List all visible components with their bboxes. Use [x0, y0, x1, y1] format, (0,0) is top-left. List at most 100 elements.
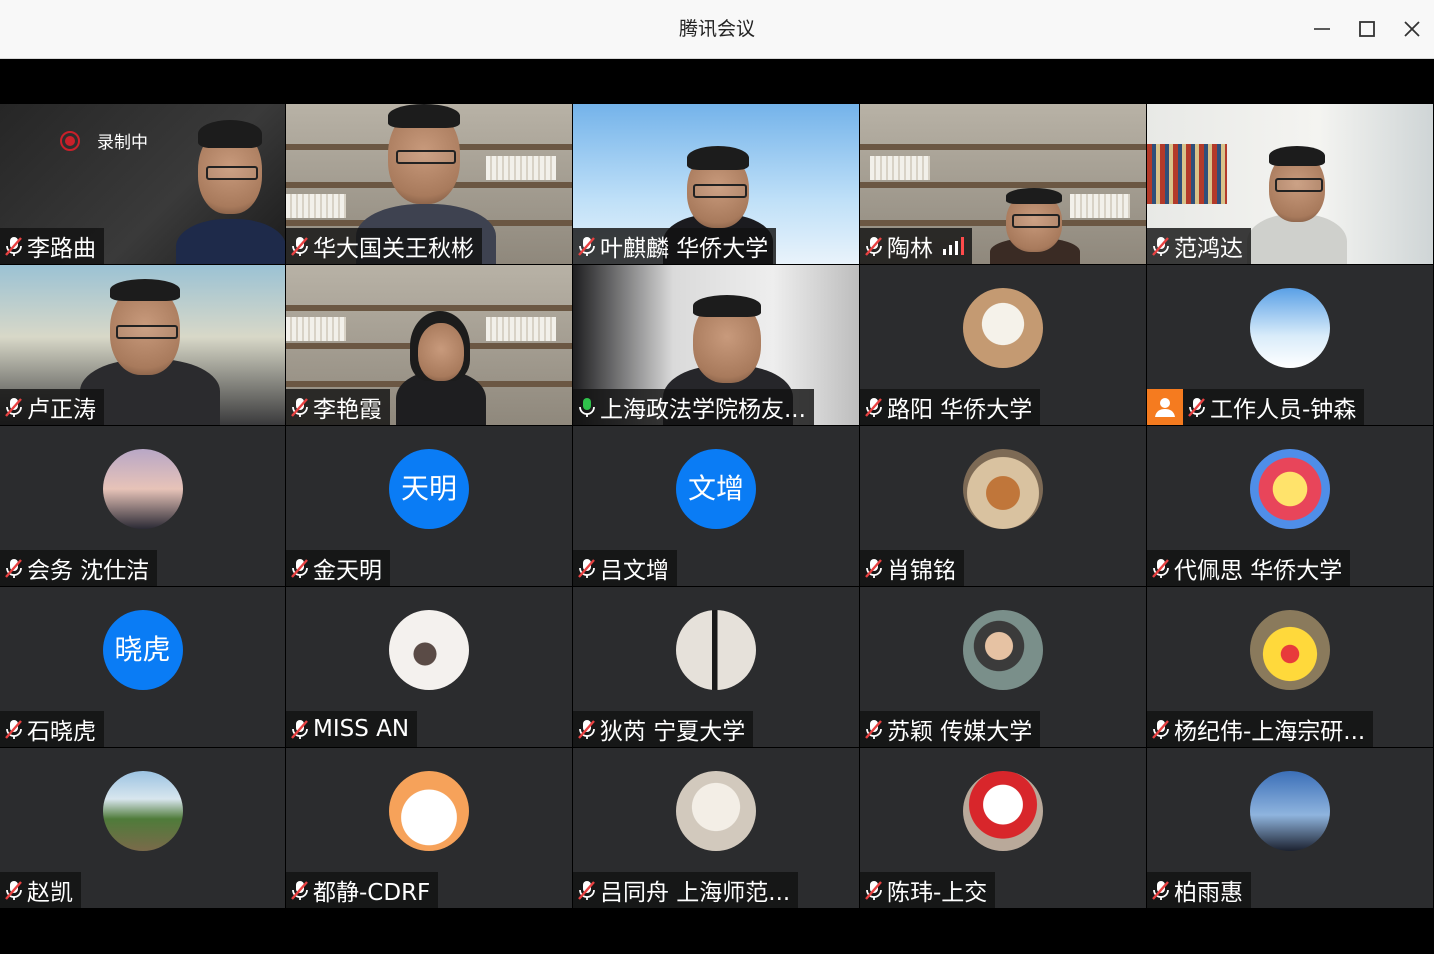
window-title: 腾讯会议: [678, 18, 755, 40]
participant-name: 会务 沈仕洁: [27, 558, 150, 584]
participant-name: 工作人员-钟森: [1210, 397, 1357, 423]
minimize-button[interactable]: [1307, 14, 1337, 44]
participant-tile[interactable]: 叶麒麟 华侨大学: [573, 104, 860, 265]
network-signal-icon: [943, 237, 964, 255]
participant-nametag: 赵凯: [0, 872, 81, 908]
participant-name: 吕同舟 上海师范...: [600, 880, 791, 906]
participant-nametag: 吕同舟 上海师范...: [573, 872, 799, 908]
participant-avatar: [676, 771, 756, 851]
maximize-icon: [1359, 21, 1375, 37]
mic-muted-icon: [291, 881, 308, 900]
mic-muted-icon: [865, 881, 882, 900]
participant-avatar: [1250, 449, 1330, 529]
participant-tile[interactable]: 赵凯: [0, 748, 286, 909]
participant-avatar: 文增: [676, 449, 756, 529]
participant-name: 李艳霞: [313, 397, 382, 423]
participant-tile[interactable]: 李艳霞: [286, 265, 573, 426]
participant-tile[interactable]: 苏颖 传媒大学: [860, 587, 1147, 748]
participant-tile[interactable]: 卢正涛: [0, 265, 286, 426]
participant-tile[interactable]: 狄芮 宁夏大学: [573, 587, 860, 748]
participant-tile[interactable]: 上海政法学院杨友...: [573, 265, 860, 426]
participant-tile[interactable]: 天明 金天明: [286, 426, 573, 587]
participant-name: 狄芮 宁夏大学: [600, 719, 746, 745]
participant-nametag: 卢正涛: [0, 389, 104, 425]
mic-muted-icon: [865, 398, 882, 417]
mic-muted-icon: [5, 881, 22, 900]
participant-name: 范鸿达: [1174, 236, 1243, 262]
mic-muted-icon: [1188, 398, 1205, 417]
participant-avatar: [1250, 610, 1330, 690]
participant-tile[interactable]: 路阳 华侨大学: [860, 265, 1147, 426]
close-button[interactable]: [1397, 14, 1427, 44]
participant-name: MISS AN: [313, 716, 410, 742]
participant-nametag: 陈玮-上交: [860, 872, 996, 908]
close-icon: [1404, 21, 1420, 37]
participant-nametag: 叶麒麟 华侨大学: [573, 228, 777, 264]
mic-muted-icon: [291, 237, 308, 256]
video-feed: [1247, 144, 1347, 264]
video-feed: [990, 188, 1080, 264]
participant-nametag: 吕文增: [573, 550, 677, 586]
participant-tile[interactable]: 华大国关王秋彬: [286, 104, 573, 265]
participant-avatar: [963, 288, 1043, 368]
recording-label: 录制中: [97, 133, 148, 153]
participant-name: 华大国关王秋彬: [313, 236, 474, 262]
participant-name: 路阳 华侨大学: [887, 397, 1033, 423]
participant-nametag: 会务 沈仕洁: [0, 550, 158, 586]
participant-tile[interactable]: 肖锦铭: [860, 426, 1147, 587]
mic-muted-icon: [865, 720, 882, 739]
participant-tile[interactable]: 晓虎 石晓虎: [0, 587, 286, 748]
participant-avatar: [389, 610, 469, 690]
participant-tile[interactable]: 都静-CDRF: [286, 748, 573, 909]
participant-avatar: [102, 771, 183, 851]
staff-badge: [1147, 389, 1183, 425]
participant-name: 都静-CDRF: [313, 880, 431, 906]
participant-tile[interactable]: 陈玮-上交: [860, 748, 1147, 909]
participant-nametag: 上海政法学院杨友...: [573, 389, 814, 425]
maximize-button[interactable]: [1352, 14, 1382, 44]
participant-nametag: 李路曲: [0, 228, 104, 264]
participant-tile[interactable]: 吕同舟 上海师范...: [573, 748, 860, 909]
mic-muted-icon: [1152, 559, 1169, 578]
minimize-icon: [1314, 28, 1330, 30]
mic-active-icon: [579, 398, 595, 417]
participant-tile[interactable]: 文增 吕文增: [573, 426, 860, 587]
mic-muted-icon: [578, 237, 595, 256]
video-feed: [396, 311, 486, 425]
participant-tile[interactable]: MISS AN: [286, 587, 573, 748]
participant-nametag: 肖锦铭: [860, 550, 964, 586]
mic-muted-icon: [5, 559, 22, 578]
mic-muted-icon: [5, 237, 22, 256]
participant-avatar: [963, 610, 1043, 690]
participant-tile[interactable]: 陶林: [860, 104, 1147, 265]
participant-tile[interactable]: 录制中 李路曲: [0, 104, 286, 265]
participant-name: 吕文增: [600, 558, 669, 584]
participant-name: 卢正涛: [27, 397, 96, 423]
mic-muted-icon: [5, 398, 22, 417]
participant-nametag: 金天明: [286, 550, 390, 586]
mic-muted-icon: [1152, 237, 1169, 256]
recording-indicator: 录制中: [60, 128, 148, 153]
participant-tile[interactable]: 工作人员-钟森: [1147, 265, 1434, 426]
mic-muted-icon: [578, 881, 595, 900]
participant-nametag: 李艳霞: [286, 389, 390, 425]
participant-tile[interactable]: 杨纪伟-上海宗研...: [1147, 587, 1434, 748]
participant-name: 赵凯: [27, 880, 73, 906]
participant-name: 陶林: [887, 236, 933, 262]
mic-muted-icon: [578, 559, 595, 578]
participant-avatar: 晓虎: [102, 610, 183, 690]
participant-nametag: 柏雨惠: [1147, 872, 1251, 908]
participant-nametag: 范鸿达: [1147, 228, 1251, 264]
participant-name: 杨纪伟-上海宗研...: [1174, 719, 1366, 745]
participant-name: 上海政法学院杨友...: [600, 397, 806, 423]
participant-tile[interactable]: 会务 沈仕洁: [0, 426, 286, 587]
mic-muted-icon: [5, 720, 22, 739]
participant-name: 李路曲: [27, 236, 96, 262]
record-icon: [60, 130, 80, 151]
participant-avatar: 天明: [389, 449, 469, 529]
participant-tile[interactable]: 范鸿达: [1147, 104, 1434, 265]
participant-name: 金天明: [313, 558, 382, 584]
participant-tile[interactable]: 代佩思 华侨大学: [1147, 426, 1434, 587]
title-bar: 腾讯会议: [0, 0, 1434, 59]
participant-tile[interactable]: 柏雨惠: [1147, 748, 1434, 909]
